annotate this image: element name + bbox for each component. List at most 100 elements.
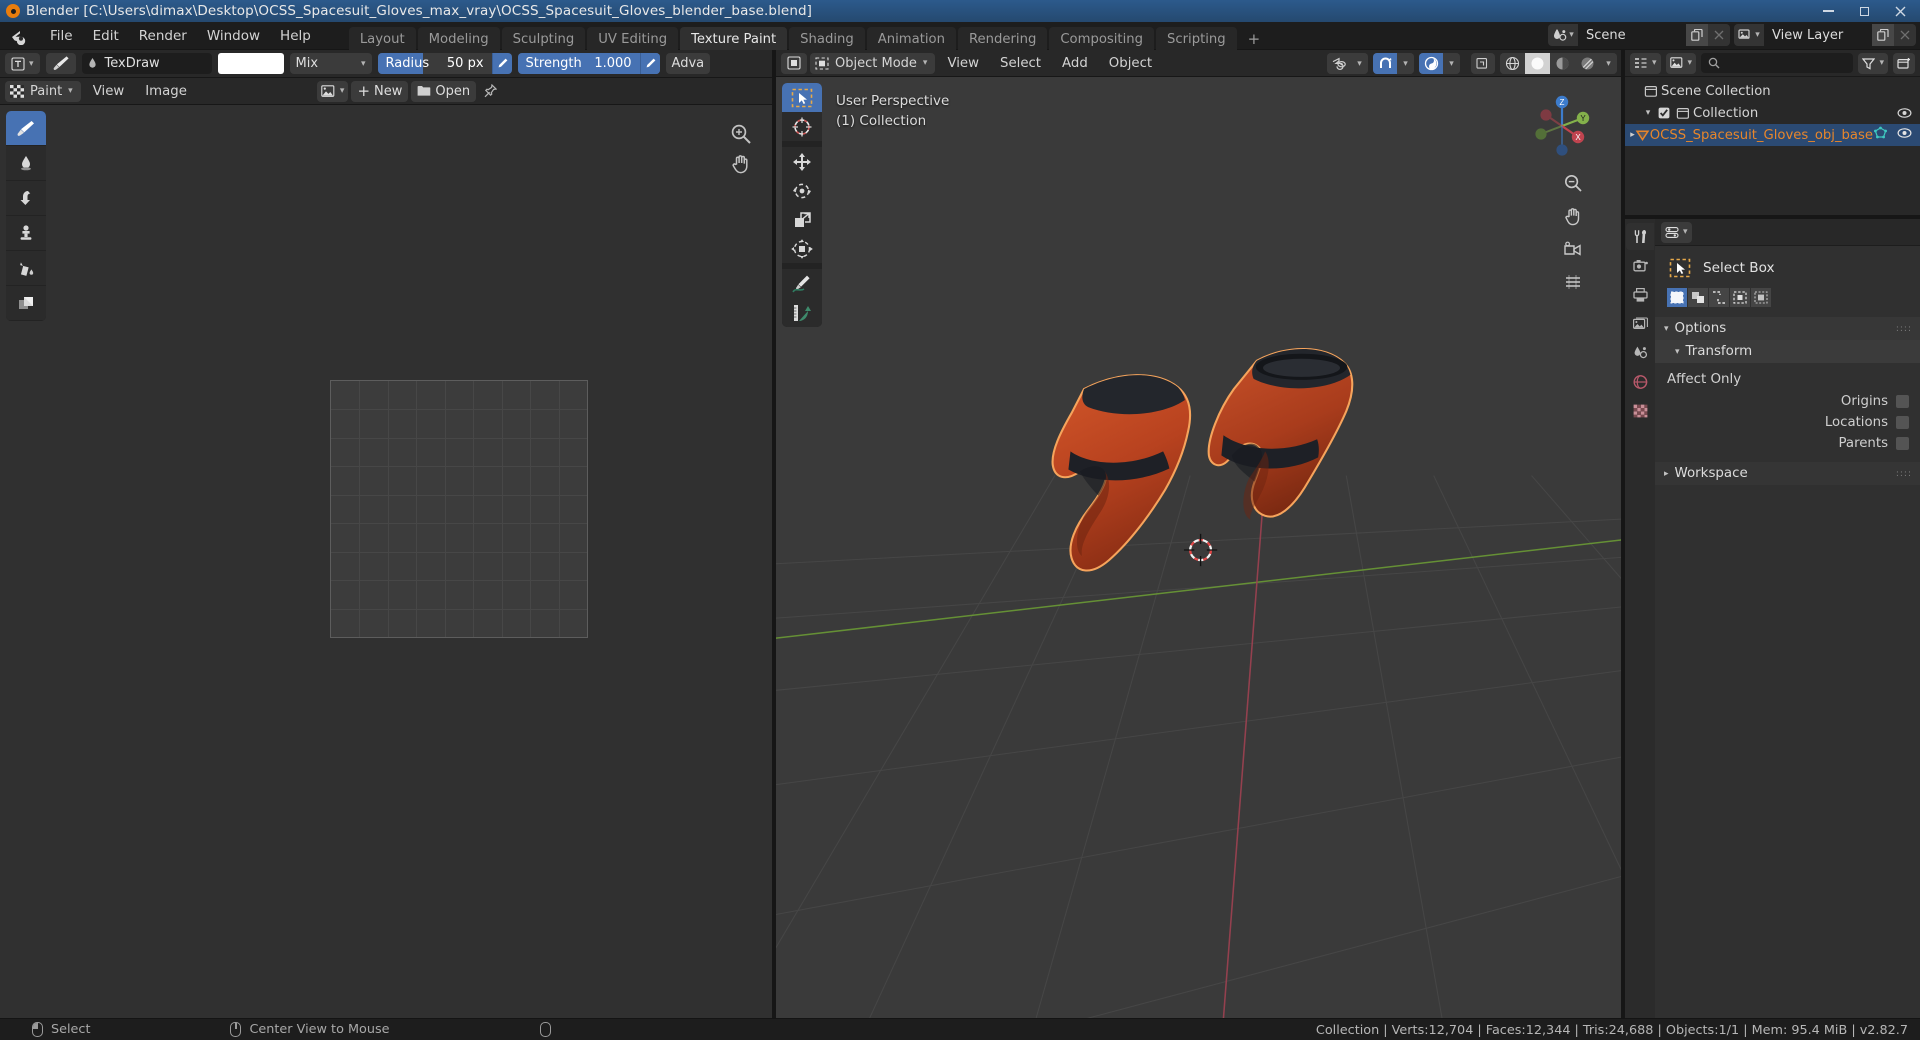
tab-sculpting[interactable]: Sculpting	[501, 26, 586, 53]
select-mode-intersect[interactable]	[1751, 288, 1771, 307]
advanced-popover-button[interactable]: Adva	[665, 53, 711, 74]
tool-rotate[interactable]	[782, 176, 822, 205]
menu-render[interactable]: Render	[129, 25, 197, 47]
tool-scale[interactable]	[782, 205, 822, 234]
image-datablock-selector[interactable]: ▾	[316, 80, 349, 102]
editor-type-selector[interactable]: ▾	[5, 53, 40, 74]
outliner-new-collection-button[interactable]	[1893, 52, 1915, 74]
viewport-menu-add[interactable]: Add	[1053, 54, 1097, 73]
tool-cursor[interactable]	[782, 112, 822, 141]
remove-view-layer-button[interactable]	[1894, 24, 1916, 46]
shading-dropdown[interactable]: ▾	[1600, 53, 1617, 74]
tab-compositing[interactable]: Compositing	[1049, 26, 1154, 53]
menu-window[interactable]: Window	[197, 25, 270, 47]
strength-pressure-icon[interactable]	[639, 53, 660, 74]
select-mode-extend[interactable]	[1688, 288, 1708, 307]
radius-pressure-icon[interactable]	[491, 53, 512, 74]
properties-tab-texture[interactable]	[1626, 397, 1654, 424]
uv-image-grid[interactable]	[330, 380, 588, 638]
tool-move[interactable]	[782, 147, 822, 176]
viewport-menu-object[interactable]: Object	[1100, 54, 1161, 73]
close-button[interactable]	[1882, 1, 1918, 21]
blender-logo-icon[interactable]	[6, 23, 32, 49]
menu-help[interactable]: Help	[270, 25, 321, 47]
remove-scene-button[interactable]	[1708, 24, 1730, 46]
wireframe-shading-button[interactable]	[1500, 53, 1525, 74]
panel-workspace-header[interactable]: ▸ Workspace ::::	[1655, 462, 1920, 485]
tool-fill[interactable]	[6, 251, 46, 286]
brush-color-swatch[interactable]	[217, 53, 284, 74]
expand-triangle-icon[interactable]: ▾	[1641, 108, 1655, 118]
material-preview-button[interactable]	[1550, 53, 1575, 74]
proportional-edit-group[interactable]: ▾	[1419, 53, 1460, 74]
radius-slider[interactable]: Radius 50 px	[377, 53, 512, 74]
blend-mode-selector[interactable]: Mix ▾	[289, 53, 372, 74]
outliner-search-input[interactable]	[1701, 53, 1854, 73]
tool-soften[interactable]	[6, 146, 46, 181]
scene-selector[interactable]: ▾ Scene	[1548, 24, 1730, 46]
new-scene-button[interactable]	[1686, 24, 1708, 46]
tab-shading[interactable]: Shading	[789, 26, 865, 53]
camera-view-icon[interactable]	[1561, 237, 1585, 261]
open-image-button[interactable]: Open	[411, 80, 477, 102]
pan-view-icon[interactable]	[1561, 204, 1585, 228]
select-mode-subtract[interactable]	[1709, 288, 1729, 307]
outliner-row-scene-collection[interactable]: Scene Collection	[1625, 80, 1920, 102]
collection-checkbox[interactable]	[1655, 107, 1673, 119]
tool-select-box[interactable]	[782, 83, 822, 112]
snapping-group[interactable]: ▾	[1373, 53, 1414, 74]
pan-hand-icon[interactable]	[730, 153, 752, 175]
affect-origins-checkbox[interactable]	[1896, 395, 1909, 408]
properties-editor-type[interactable]: ▾	[1661, 221, 1692, 243]
new-image-button[interactable]: + New	[351, 80, 409, 102]
visibility-icon[interactable]	[1327, 53, 1351, 74]
image-editor-canvas[interactable]	[0, 105, 772, 1018]
properties-tab-world[interactable]	[1626, 368, 1654, 395]
viewport-gizmo-toggle[interactable]	[1471, 53, 1495, 74]
outliner-tree[interactable]: Scene Collection ▾ Collection ▸ OCSS_Spa…	[1625, 77, 1920, 215]
tab-animation[interactable]: Animation	[866, 26, 956, 53]
tool-clone[interactable]	[6, 216, 46, 251]
tool-mask[interactable]	[6, 286, 46, 321]
proportional-edit-dropdown[interactable]: ▾	[1443, 53, 1460, 74]
maximize-button[interactable]	[1846, 1, 1882, 21]
panel-transform-header[interactable]: ▾ Transform	[1655, 340, 1920, 363]
snapping-dropdown[interactable]: ▾	[1397, 53, 1414, 74]
view-layer-selector[interactable]: ▾ View Layer	[1734, 24, 1916, 46]
toggle-orthographic-icon[interactable]	[1561, 270, 1585, 294]
visibility-dropdown[interactable]: ▾	[1351, 53, 1368, 74]
affect-origins-row[interactable]: Origins	[1655, 391, 1920, 412]
outliner-row-object[interactable]: ▸ OCSS_Spacesuit_Gloves_obj_base	[1625, 124, 1920, 146]
pin-icon[interactable]	[479, 84, 501, 98]
minimize-button[interactable]	[1810, 1, 1846, 21]
properties-tab-scene[interactable]	[1626, 339, 1654, 366]
affect-parents-checkbox[interactable]	[1896, 437, 1909, 450]
properties-tab-view-layer[interactable]	[1626, 310, 1654, 337]
strength-slider[interactable]: Strength 1.000	[517, 53, 660, 74]
view-layer-name[interactable]: View Layer	[1764, 24, 1872, 46]
scene-name[interactable]: Scene	[1578, 24, 1686, 46]
outliner-display-mode[interactable]: ▾	[1665, 52, 1697, 74]
mesh-data-icon[interactable]	[1873, 126, 1888, 144]
outliner-filter-button[interactable]: ▾	[1858, 52, 1888, 74]
properties-tab-render[interactable]	[1626, 252, 1654, 279]
tab-layout[interactable]: Layout	[348, 26, 416, 53]
viewport-menu-view[interactable]: View	[938, 54, 988, 73]
paint-mode-selector[interactable]: Paint ▾	[5, 80, 81, 102]
gizmo-icon[interactable]	[1471, 53, 1495, 74]
visibility-selectability-group[interactable]: ▾	[1327, 53, 1368, 74]
viewport-canvas[interactable]: User Perspective (1) Collection Z Y X	[776, 77, 1621, 1018]
tab-scripting[interactable]: Scripting	[1156, 26, 1237, 53]
view-axis-gizmo[interactable]: Z Y X	[1529, 93, 1595, 159]
editor-type-selector-3d[interactable]	[781, 52, 807, 74]
properties-tab-output[interactable]	[1626, 281, 1654, 308]
shading-mode-group[interactable]: ▾	[1500, 53, 1617, 74]
tool-smear[interactable]	[6, 181, 46, 216]
tab-rendering[interactable]: Rendering	[957, 26, 1048, 53]
affect-parents-row[interactable]: Parents	[1655, 433, 1920, 454]
image-editor-menu-view[interactable]: View	[84, 82, 134, 101]
brush-preview[interactable]	[45, 53, 76, 74]
tab-modeling[interactable]: Modeling	[417, 26, 500, 53]
editor-splitter-right[interactable]	[1621, 50, 1625, 1018]
snap-magnet-icon[interactable]	[1373, 53, 1397, 74]
